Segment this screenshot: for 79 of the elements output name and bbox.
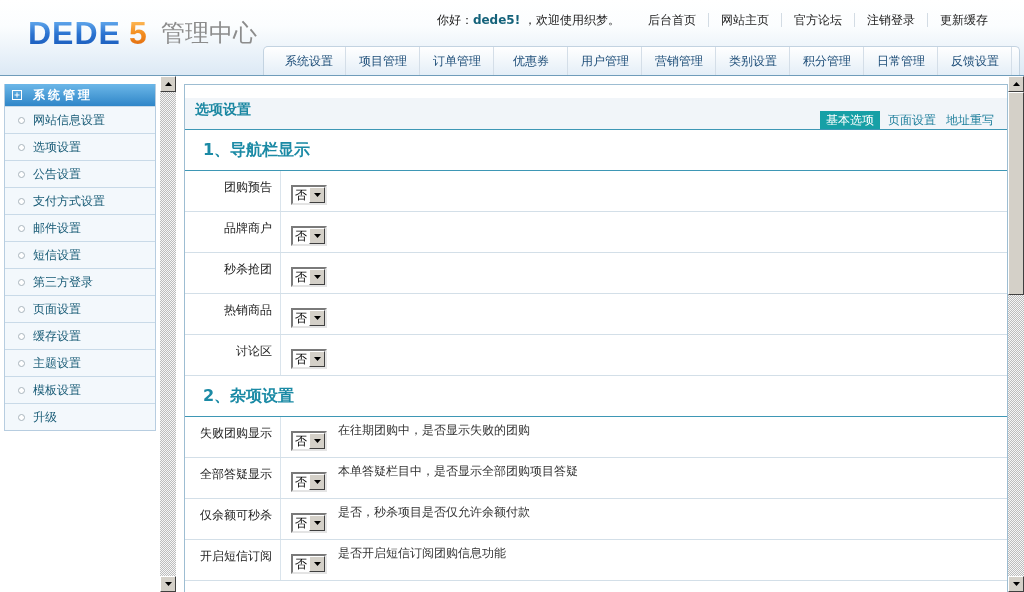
circle-bullet-icon	[18, 359, 25, 367]
dropdown[interactable]: 否	[291, 431, 327, 451]
circle-bullet-icon	[18, 116, 25, 124]
circle-bullet-icon	[18, 224, 25, 232]
circle-bullet-icon	[18, 251, 25, 259]
panel-tab[interactable]: 页面设置	[883, 111, 941, 129]
nav-tab[interactable]: 系统设置	[272, 47, 346, 75]
section-heading: 2、杂项设置	[185, 376, 1007, 417]
dropdown[interactable]: 否	[291, 267, 327, 287]
sidebar-item[interactable]: 选项设置	[5, 133, 155, 160]
nav-tab[interactable]: 类别设置	[716, 47, 790, 75]
sidebar-item[interactable]: 页面设置	[5, 295, 155, 322]
field-description: 是否，秒杀项目是否仅允许余额付款	[338, 505, 530, 519]
circle-bullet-icon	[18, 278, 25, 286]
sidebar-item[interactable]: 模板设置	[5, 376, 155, 403]
dropdown[interactable]: 否	[291, 185, 327, 205]
top-link[interactable]: 网站主页	[709, 11, 781, 29]
field-label: 品牌商户	[185, 212, 281, 252]
scroll-down-icon[interactable]	[1008, 576, 1024, 592]
logo-number: 5	[128, 19, 147, 47]
field-label: 团购预告	[185, 171, 281, 211]
circle-bullet-icon	[18, 305, 25, 313]
sidebar-item[interactable]: 短信设置	[5, 241, 155, 268]
field-description: 本单答疑栏目中，是否显示全部团购项目答疑	[338, 464, 578, 478]
top-link[interactable]: 后台首页	[636, 11, 708, 29]
circle-bullet-icon	[18, 197, 25, 205]
scroll-up-icon[interactable]	[1008, 76, 1024, 92]
dropdown[interactable]: 否	[291, 513, 327, 533]
top-link[interactable]: 注销登录	[855, 11, 927, 29]
sidebar-item[interactable]: 升级	[5, 403, 155, 430]
field-label: 失败团购显示	[185, 417, 281, 457]
nav-tab[interactable]: 优惠券	[494, 47, 568, 75]
scrollbar[interactable]	[160, 76, 176, 592]
sidebar-item[interactable]: 网站信息设置	[5, 106, 155, 133]
field-description: 是否开启短信订阅团购信息功能	[338, 546, 506, 560]
circle-bullet-icon	[18, 143, 25, 151]
field-label: 热销商品	[185, 294, 281, 334]
dropdown[interactable]: 否	[291, 308, 327, 328]
top-link[interactable]: 官方论坛	[782, 11, 854, 29]
scroll-up-icon[interactable]	[160, 76, 176, 92]
greeting-text: 你好：dede5! ，欢迎使用织梦。	[436, 11, 620, 29]
field-label: 秒杀抢团	[185, 253, 281, 293]
field-label: 仅余额可秒杀	[185, 499, 281, 539]
circle-bullet-icon	[18, 413, 25, 421]
panel-title: 选项设置	[195, 100, 251, 119]
scrollbar-thumb[interactable]	[1008, 92, 1024, 295]
field-label: 讨论区	[185, 335, 281, 375]
sidebar-item[interactable]: 支付方式设置	[5, 187, 155, 214]
sidebar-item[interactable]: 公告设置	[5, 160, 155, 187]
sidebar-item[interactable]: 缓存设置	[5, 322, 155, 349]
nav-tab[interactable]: 反馈设置	[938, 47, 1012, 75]
nav-tab[interactable]: 积分管理	[790, 47, 864, 75]
field-label: 开启短信订阅	[185, 540, 281, 580]
circle-bullet-icon	[18, 332, 25, 340]
nav-tab[interactable]: 用户管理	[568, 47, 642, 75]
plus-box-icon	[12, 90, 22, 100]
sidebar-item[interactable]: 邮件设置	[5, 214, 155, 241]
panel-tab[interactable]: 地址重写	[941, 111, 999, 129]
scrollbar[interactable]	[1008, 76, 1024, 592]
dropdown[interactable]: 否	[291, 226, 327, 246]
dropdown[interactable]: 否	[291, 472, 327, 492]
circle-bullet-icon	[18, 170, 25, 178]
top-link[interactable]: 更新缓存	[928, 11, 1000, 29]
section-heading: 1、导航栏显示	[185, 130, 1007, 171]
nav-tab[interactable]: 日常管理	[864, 47, 938, 75]
sidebar-title: 系统管理	[33, 86, 93, 104]
app-title: 管理中心	[160, 19, 257, 47]
sidebar-item[interactable]: 第三方登录	[5, 268, 155, 295]
scroll-down-icon[interactable]	[160, 576, 176, 592]
field-label: 全部答疑显示	[185, 458, 281, 498]
dropdown[interactable]: 否	[291, 349, 327, 369]
dropdown[interactable]: 否	[291, 554, 327, 574]
circle-bullet-icon	[18, 386, 25, 394]
nav-tab[interactable]: 项目管理	[346, 47, 420, 75]
logo-wordmark: DEDE	[28, 19, 121, 47]
field-description: 在往期团购中，是否显示失败的团购	[338, 423, 530, 437]
nav-tab[interactable]: 营销管理	[642, 47, 716, 75]
nav-tab[interactable]: 订单管理	[420, 47, 494, 75]
sidebar-item[interactable]: 主题设置	[5, 349, 155, 376]
